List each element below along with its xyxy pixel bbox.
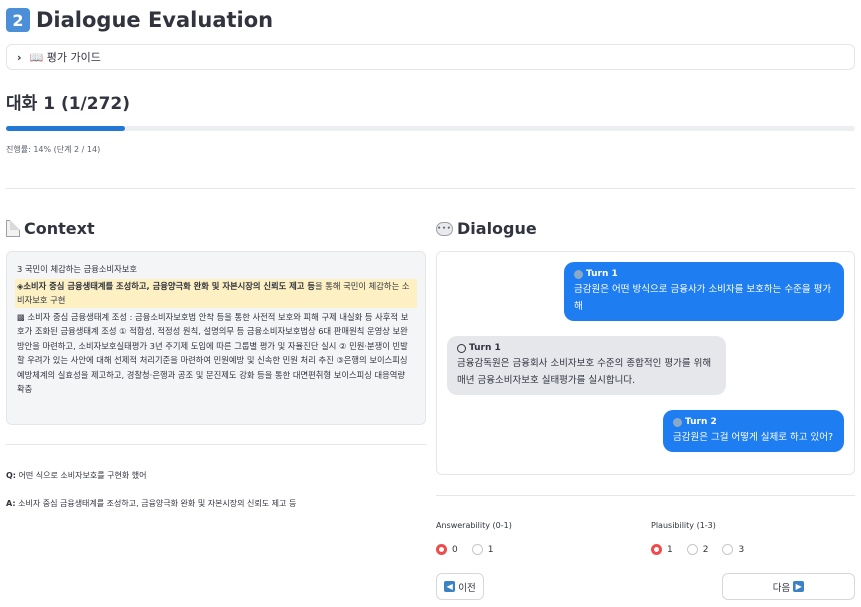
guide-label: 📖 평가 가이드 (29, 51, 101, 64)
chevron-right-icon: › (17, 50, 22, 64)
progress-text: 진행률: 14% (단계 2 / 14) (6, 145, 101, 154)
speech-bubble-icon: ••• (436, 221, 453, 236)
bot-message: Turn 1 금융감독원은 금융회사 소비자보호 수준의 종합적인 평가를 위해… (447, 336, 726, 395)
divider (436, 495, 855, 496)
radio-icon[interactable] (686, 544, 698, 555)
page-title-text: Dialogue Evaluation (36, 8, 274, 32)
radio-icon[interactable] (651, 544, 662, 555)
plausibility-option-1[interactable]: 1 (651, 544, 673, 555)
context-title: 3 국민이 체감하는 금융소비자보호 (17, 264, 138, 274)
previous-button[interactable]: ◀ 이전 (436, 573, 484, 600)
answer-text: 소비자 중심 금융생태계를 조성하고, 금융양극화 완화 및 자본시장의 신뢰도… (18, 499, 297, 508)
message-text: 금감원은 어떤 방식으로 금융사가 소비자를 보호하는 수준을 평가해 (574, 284, 832, 312)
document-icon (6, 220, 20, 237)
turn-label: Turn 2 (685, 417, 717, 427)
number-badge-icon: 2 (6, 8, 30, 32)
answerability-label: Answerability (0-1) (436, 521, 512, 530)
dialogue-heading: ••• Dialogue (436, 219, 537, 238)
context-body: ▩ 소비자 중심 금융생태계 조성 : 금융소비자보호법 안착 등을 통한 사전… (17, 311, 409, 395)
message-text: 금감원은 그걸 어떻게 실제로 하고 있어? (673, 432, 833, 443)
question-text: 어떤 식으로 소비자보호를 구현화 했어 (18, 471, 147, 480)
context-panel: 3 국민이 체감하는 금융소비자보호 ◈소비자 중심 금융생태계를 조성하고, … (6, 251, 426, 425)
plausibility-label: Plausibility (1-3) (651, 521, 716, 530)
answerability-option-0[interactable]: 0 (436, 544, 458, 555)
radio-icon[interactable] (722, 544, 734, 555)
next-button[interactable]: 다음 ▶ (722, 573, 855, 600)
context-highlight: ◈소비자 중심 금융생태계를 조성하고, 금융양극화 완화 및 자본시장의 신뢰… (15, 278, 417, 308)
plausibility-option-2[interactable]: 2 (686, 544, 708, 555)
user-icon (673, 418, 682, 427)
dialogue-panel: Turn 1 금감원은 어떤 방식으로 금융사가 소비자를 보호하는 수준을 평… (436, 251, 855, 475)
plausibility-radio-group: 1 2 3 (651, 544, 758, 555)
arrow-right-icon: ▶ (793, 581, 805, 592)
context-heading: Context (6, 219, 95, 238)
question-label: Q: (6, 471, 16, 480)
arrow-left-icon: ◀ (444, 581, 456, 592)
user-message: Turn 1 금감원은 어떤 방식으로 금융사가 소비자를 보호하는 수준을 평… (564, 262, 844, 321)
divider (6, 444, 426, 445)
turn-label: Turn 1 (586, 269, 618, 279)
progress-bar (6, 126, 855, 131)
turn-label: Turn 1 (469, 343, 501, 353)
divider (6, 188, 855, 189)
plausibility-option-3[interactable]: 3 (722, 544, 744, 555)
bot-icon (457, 344, 466, 353)
question-row: Q: 어떤 식으로 소비자보호를 구현화 했어 (6, 470, 146, 481)
radio-icon[interactable] (436, 544, 447, 555)
answerability-option-1[interactable]: 1 (471, 544, 493, 555)
dialogue-heading-text: Dialogue (457, 219, 537, 238)
context-highlight-bold: ◈소비자 중심 금융생태계를 조성하고, 금융양극화 완화 및 자본시장의 신뢰… (17, 280, 315, 291)
page-title: 2 Dialogue Evaluation (6, 6, 273, 34)
radio-icon[interactable] (471, 544, 483, 555)
user-message: Turn 2 금감원은 그걸 어떻게 실제로 하고 있어? (663, 410, 844, 452)
message-text: 금융감독원은 금융회사 소비자보호 수준의 종합적인 평가를 위해 매년 금융소… (457, 358, 712, 386)
context-heading-text: Context (24, 219, 95, 238)
dialogue-counter: 대화 1 (1/272) (6, 94, 131, 114)
progress-fill (6, 126, 125, 131)
user-icon (574, 270, 583, 279)
guide-expander[interactable]: › 📖 평가 가이드 (6, 44, 855, 70)
answer-row: A: 소비자 중심 금융생태계를 조성하고, 금융양극화 완화 및 자본시장의 … (6, 498, 296, 509)
answer-label: A: (6, 499, 16, 508)
answerability-radio-group: 0 1 (436, 544, 507, 555)
